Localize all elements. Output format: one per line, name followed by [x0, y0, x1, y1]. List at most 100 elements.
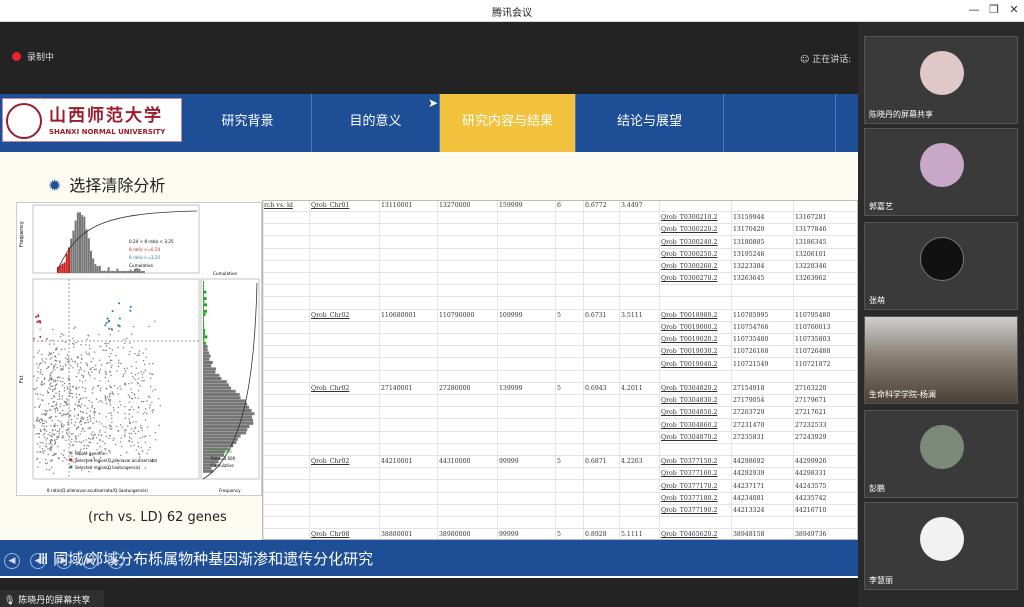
- histogram-bar: [70, 238, 73, 273]
- scatter-point: [145, 435, 147, 437]
- scatter-point: [129, 422, 131, 425]
- scatter-point: [131, 333, 133, 335]
- scatter-point: [58, 353, 60, 355]
- scatter-point: [105, 387, 108, 390]
- participant-tile[interactable]: 彭鹏: [864, 410, 1018, 498]
- scatter-point: [58, 390, 61, 393]
- table-cell-gene-gene: Qrob_T0300250.2: [661, 250, 718, 258]
- histogram-bar: [203, 383, 229, 387]
- nav-prev-icon[interactable]: ◀: [30, 553, 46, 569]
- scatter-point: [127, 394, 130, 396]
- scatter-point: [117, 387, 119, 389]
- scatter-point: [141, 373, 144, 376]
- scatter-point: [98, 421, 101, 423]
- scatter-point: [56, 404, 58, 406]
- participant-name: 彭鹏: [869, 484, 885, 493]
- table-grid-line: [793, 201, 794, 539]
- scatter-point: [141, 436, 144, 438]
- scatter-point: [140, 427, 142, 429]
- nav-tab-conclusion[interactable]: 结论与展望: [576, 94, 724, 152]
- table-grid-line: [659, 201, 660, 539]
- scatter-point: [144, 411, 146, 414]
- scatter-point: [123, 338, 125, 341]
- scatter-point: [50, 409, 52, 411]
- scatter-point: [105, 372, 107, 374]
- table-cell-start: 38880001: [381, 531, 413, 539]
- participant-tile[interactable]: 李慧丽: [864, 502, 1018, 590]
- scatter-point: [79, 406, 82, 408]
- scatter-point: [45, 439, 47, 441]
- scatter-point: [43, 425, 45, 428]
- scatter-point: [56, 360, 58, 362]
- scatter-point: [41, 448, 44, 450]
- scatter-point: [109, 359, 112, 361]
- participant-video-tile[interactable]: 生命科学学院-杨澜: [864, 316, 1018, 404]
- histogram-bar: [203, 409, 252, 412]
- scatter-point: [109, 385, 111, 387]
- scatter-point: [50, 449, 52, 451]
- restore-button[interactable]: ❐: [986, 3, 1002, 17]
- nav-tab-background[interactable]: 研究背景: [184, 94, 312, 152]
- scatter-point: [88, 352, 90, 354]
- scatter-point: [138, 377, 140, 380]
- table-grid-line: [379, 201, 380, 539]
- scatter-point: [89, 368, 92, 371]
- scatter-point: [55, 349, 57, 351]
- scatter-point: [82, 418, 84, 421]
- scatter-point: [46, 390, 48, 392]
- table-cell-gene-gene: Qrob_T0465620.2: [661, 531, 718, 539]
- scatter-point: [101, 401, 104, 403]
- table-cell-gene-gene: Qrob_T0304830.2: [661, 397, 718, 405]
- scatter-point: [89, 410, 92, 412]
- nav-tab-empty[interactable]: [724, 94, 836, 152]
- close-button[interactable]: ✕: [1006, 3, 1022, 17]
- recording-label: 录制中: [27, 53, 55, 63]
- scatter-point: [50, 441, 52, 444]
- table-grid-line: [263, 201, 264, 539]
- scatter-point: [135, 379, 137, 381]
- scatter-point: [90, 433, 92, 435]
- scatter-point: [38, 364, 40, 367]
- nav-first-icon[interactable]: ◀: [4, 553, 20, 569]
- scatter-point: [131, 441, 133, 443]
- nav-forward-icon[interactable]: ▶: [82, 553, 98, 569]
- participant-tile[interactable]: 陈晓丹的屏幕共享: [864, 36, 1018, 124]
- participant-tile[interactable]: 郭嘉艺: [864, 128, 1018, 216]
- histogram-bar: [90, 250, 92, 273]
- scatter-point: [133, 393, 136, 395]
- minimize-button[interactable]: —: [966, 3, 982, 17]
- scatter-point: [75, 435, 77, 437]
- nav-next-icon[interactable]: ▶: [56, 553, 72, 569]
- scatter-point: [42, 441, 44, 444]
- table-row: Qrob_T0300210.2 13159944 13167281: [263, 213, 857, 225]
- scatter-point: [76, 441, 78, 443]
- scatter-point: [148, 325, 150, 328]
- scatter-point: [96, 442, 99, 445]
- scatter-point: [33, 388, 35, 390]
- scatter-point: [68, 414, 71, 416]
- scatter-point: [57, 379, 59, 382]
- scatter-point: [110, 366, 112, 368]
- scatter-point: [62, 381, 64, 383]
- scatter-point: [116, 425, 118, 428]
- nav-tab-content[interactable]: 研究内容与结果: [440, 94, 576, 152]
- scatter-point: [141, 401, 143, 403]
- scatter-point: [105, 399, 107, 401]
- table-cell-start: 110680001: [381, 311, 417, 319]
- histogram-bar: [203, 421, 254, 425]
- scatter-point: [79, 379, 81, 382]
- legend-top-1: θ ratio <=0.24: [129, 247, 161, 252]
- histogram-bar: [203, 290, 207, 294]
- scatter-point-selected: [110, 328, 113, 331]
- scatter-point: [33, 375, 35, 377]
- nav-last-icon[interactable]: ▶: [108, 553, 124, 569]
- scatter-point: [51, 444, 53, 446]
- participant-tile[interactable]: 张萌: [864, 222, 1018, 310]
- scatter-point: [109, 362, 111, 364]
- scatter-point: [98, 412, 101, 415]
- scatter-point: [70, 422, 73, 424]
- nav-tab-purpose[interactable]: 目的意义: [312, 94, 440, 152]
- scatter-point: [78, 404, 80, 406]
- screen-share-indicator[interactable]: 🎙 陈晓丹的屏幕共享: [0, 590, 104, 607]
- scatter-point: [47, 448, 49, 450]
